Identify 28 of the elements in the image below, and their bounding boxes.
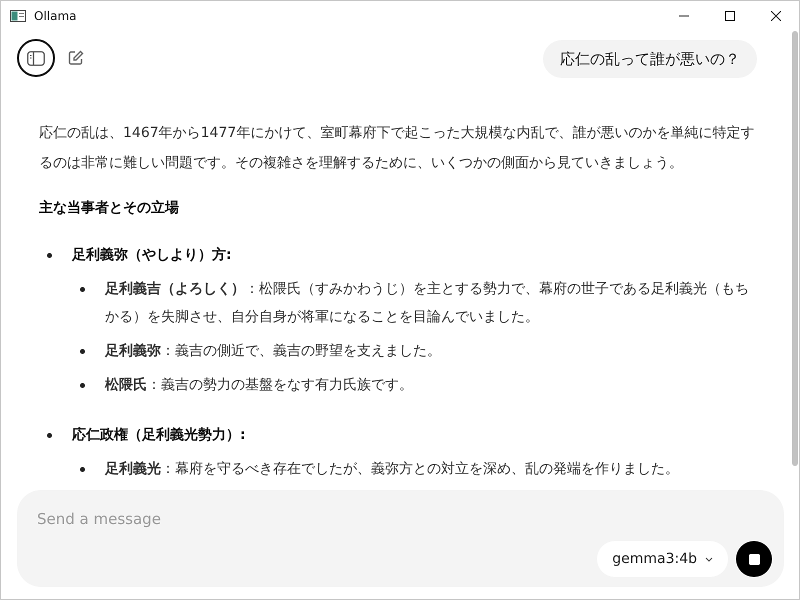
bullet-icon xyxy=(80,287,85,292)
user-message-bubble: 応仁の乱って誰が悪いの？ xyxy=(543,40,757,78)
bullet-icon xyxy=(80,383,85,388)
stop-button[interactable] xyxy=(736,541,772,577)
edit-icon xyxy=(68,50,84,66)
bullet-icon xyxy=(80,467,85,472)
sidebar-icon xyxy=(27,50,45,66)
app-icon xyxy=(10,10,26,22)
list-item-text: 足利義吉（よろしく）：松隈氏（すみかわうじ）を主とする勢力で、幕府の世子である足利義光（もちかる）を失脚させ、自分自身が将軍になることを目論んでいました。 xyxy=(105,280,750,327)
sidebar-toggle-button[interactable] xyxy=(17,39,55,77)
model-selector[interactable]: gemma3:4b xyxy=(597,541,728,577)
new-chat-button[interactable] xyxy=(67,49,85,67)
message-input[interactable]: Send a message xyxy=(37,508,537,530)
close-icon xyxy=(771,11,781,21)
bullet-icon xyxy=(47,252,52,258)
list-item-title: 足利義弥（やしより）方: xyxy=(72,246,232,264)
window-title: Ollama xyxy=(34,8,77,25)
section-heading: 主な当事者とその立場 xyxy=(39,198,180,218)
list-item-title: 応仁政権（足利義光勢力）: xyxy=(72,426,246,444)
stop-icon xyxy=(748,554,760,564)
list-item-text: 足利義弥：義吉の側近で、義吉の野望を支えました。 xyxy=(105,342,441,361)
chevron-down-icon xyxy=(705,556,713,562)
bullet-icon xyxy=(47,432,52,438)
response-paragraph: 応仁の乱は、1467年から1477年にかけて、室町幕府下で起こった大規模な内乱で、誰が悪いのかを単純に特定するのは非常に難しい問題です。その複雑さを理解するために、いくつかの側面から見ていきましょう。 xyxy=(39,124,756,173)
list-item-text: 松隈氏：義吉の勢力の基盤をなす有力氏族です。 xyxy=(105,376,413,395)
maximize-icon xyxy=(725,11,735,21)
bullet-icon xyxy=(80,349,85,354)
list-item-text: 足利義光：幕府を守るべき存在でしたが、義弥方との対立を深め、乱の発端を作りました。 xyxy=(105,460,679,479)
